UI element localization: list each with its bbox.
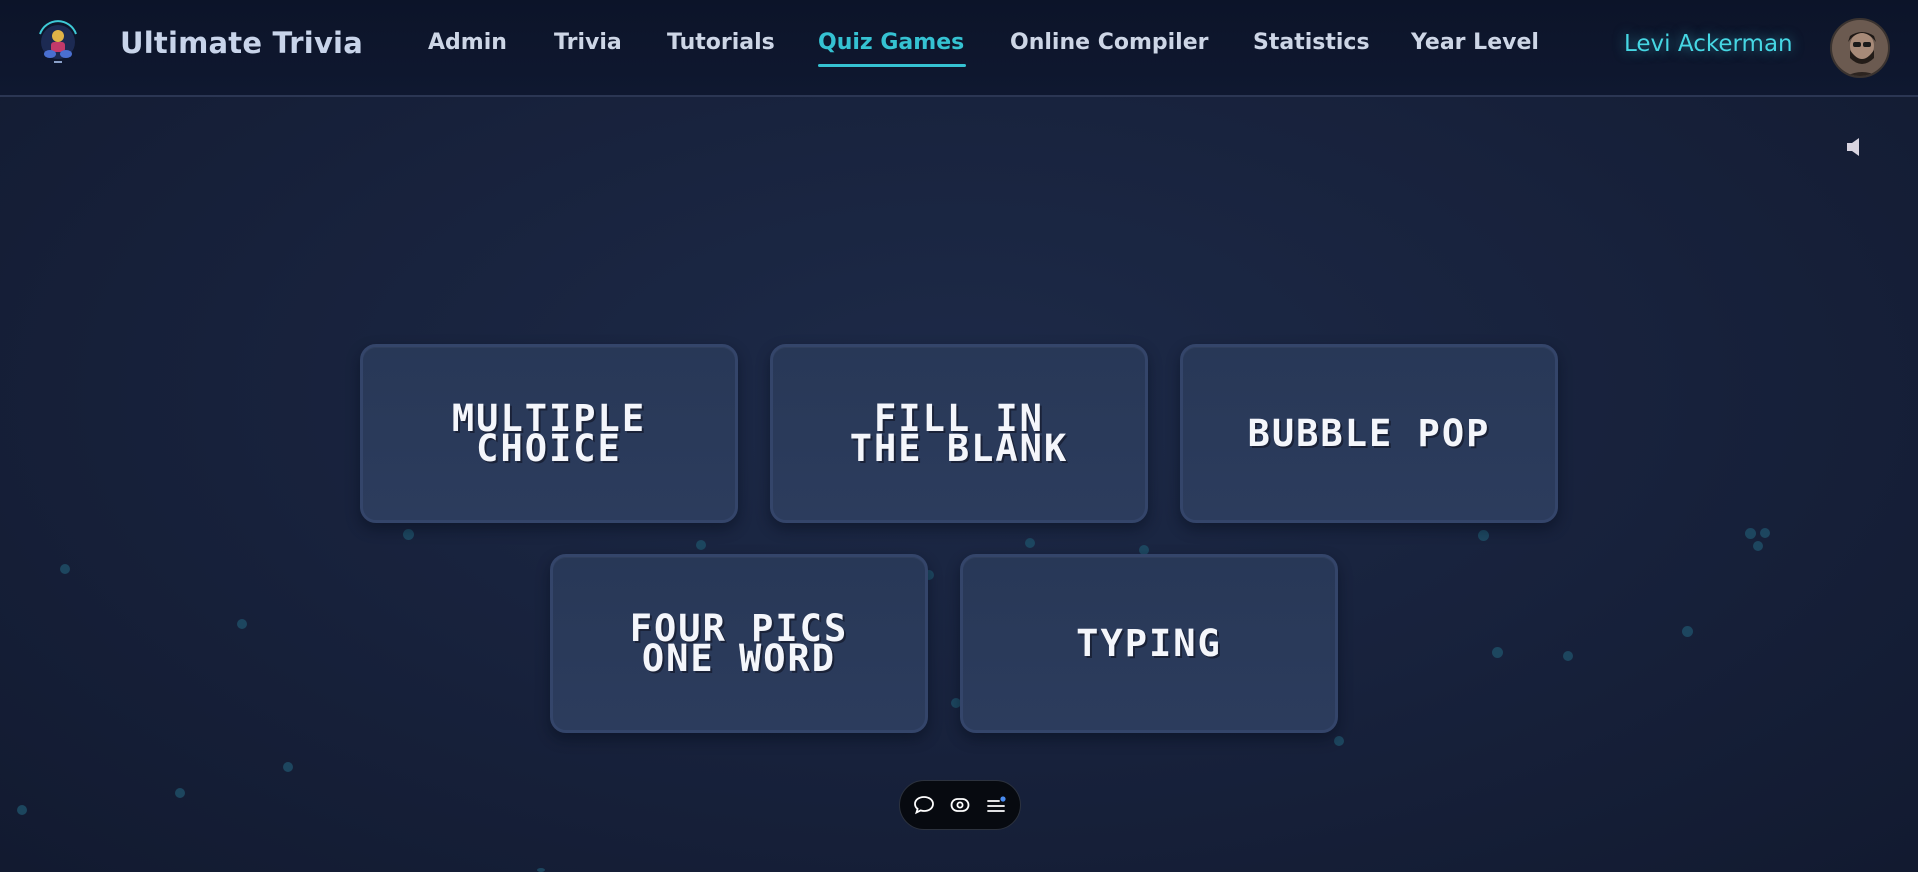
active-nav-underline xyxy=(818,64,966,67)
game-card-bubble-pop[interactable]: BUBBLE POP xyxy=(1180,344,1558,523)
speaker-icon[interactable] xyxy=(1845,136,1865,158)
game-card-multiple-choice[interactable]: MULTIPLE CHOICE xyxy=(360,344,738,523)
nav-trivia[interactable]: Trivia xyxy=(554,30,622,55)
user-avatar[interactable] xyxy=(1830,18,1890,78)
floating-toolbar xyxy=(899,780,1021,830)
game-card-label: MULTIPLE CHOICE xyxy=(451,396,647,470)
nav-statistics[interactable]: Statistics xyxy=(1253,30,1370,55)
game-card-label: FOUR PICS ONE WORD xyxy=(629,606,849,680)
chat-bubble-icon[interactable] xyxy=(913,794,935,816)
game-card-fill-in-the-blank[interactable]: FILL IN THE BLANK xyxy=(770,344,1148,523)
game-card-typing[interactable]: TYPING xyxy=(960,554,1338,733)
game-card-label: BUBBLE POP xyxy=(1247,411,1491,455)
nav-tutorials[interactable]: Tutorials xyxy=(667,30,775,55)
nav-admin[interactable]: Admin xyxy=(428,30,507,55)
game-card-label: TYPING xyxy=(1076,621,1222,665)
trivia-logo-icon[interactable] xyxy=(28,20,88,70)
game-card-four-pics-one-word[interactable]: FOUR PICS ONE WORD xyxy=(550,554,928,733)
nav-quiz-games[interactable]: Quiz Games xyxy=(818,30,964,55)
eye-icon[interactable] xyxy=(949,794,971,816)
menu-list-icon[interactable] xyxy=(985,794,1007,816)
top-navbar: Ultimate Trivia Admin Trivia Tutorials Q… xyxy=(0,0,1918,97)
brand-title[interactable]: Ultimate Trivia xyxy=(120,26,363,60)
game-card-label: FILL IN THE BLANK xyxy=(849,396,1069,470)
user-name[interactable]: Levi Ackerman xyxy=(1624,31,1793,57)
nav-online-compiler[interactable]: Online Compiler xyxy=(1010,30,1208,55)
nav-year-level[interactable]: Year Level xyxy=(1411,30,1539,55)
